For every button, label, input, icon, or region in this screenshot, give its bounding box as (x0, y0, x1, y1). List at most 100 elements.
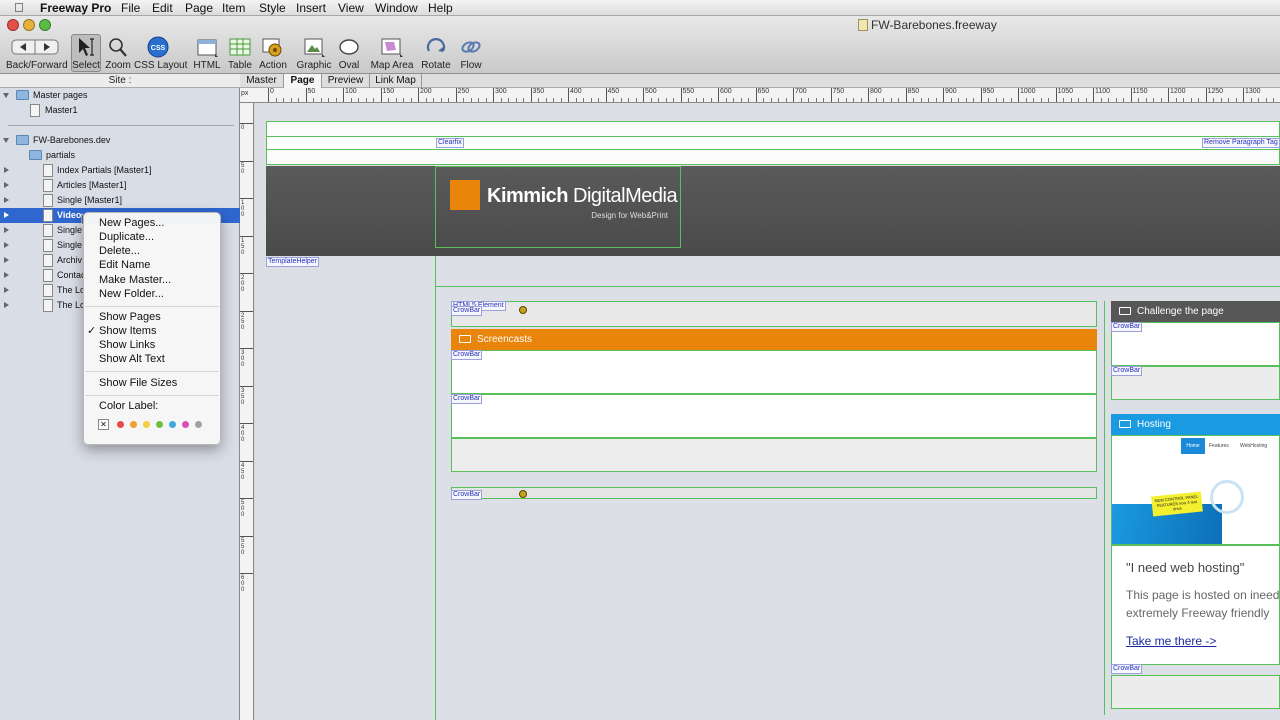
menu-show-file-sizes[interactable]: Show File Sizes (99, 376, 177, 390)
action-bug-icon[interactable] (519, 306, 527, 314)
hosting-screenshot[interactable]: Home Features WebHosting NEW CONTROL PAN… (1111, 435, 1280, 545)
menu-item[interactable]: Item (222, 0, 245, 16)
back-forward-button[interactable]: Back/Forward (6, 36, 68, 71)
crowbar-tag[interactable]: CrowBar (1111, 322, 1143, 332)
tab-master[interactable]: Master (240, 74, 284, 88)
menu-file[interactable]: File (121, 0, 140, 16)
hosting-header[interactable]: Hosting (1111, 414, 1280, 435)
color-swatch-green[interactable] (156, 421, 163, 428)
crowbar-tag[interactable]: CrowBar (1111, 664, 1143, 674)
disclosure-closed-icon[interactable] (4, 197, 9, 203)
menu-show-pages[interactable]: Show Pages (99, 310, 161, 324)
color-swatch-orange[interactable] (130, 421, 137, 428)
take-me-there-link[interactable]: Take me there -> (1126, 634, 1216, 648)
disclosure-closed-icon[interactable] (4, 287, 9, 293)
tree-item[interactable]: Articles [Master1] (0, 178, 240, 193)
menu-new-folder[interactable]: New Folder... (99, 287, 164, 301)
menu-new-pages[interactable]: New Pages... (99, 216, 164, 230)
hosting-text-box[interactable]: "I need web hosting" This page is hosted… (1111, 545, 1280, 665)
menu-separator (85, 371, 219, 372)
color-swatch-yellow[interactable] (143, 421, 150, 428)
disclosure-closed-icon[interactable] (4, 212, 9, 218)
zoom-tool-button[interactable]: Zoom (104, 36, 132, 71)
css-layout-button[interactable]: CSS CSS Layout (134, 36, 187, 71)
crowbar-tag[interactable]: CrowBar (451, 490, 483, 500)
menu-show-links[interactable]: Show Links (99, 338, 155, 352)
disclosure-closed-icon[interactable] (4, 167, 9, 173)
disclosure-closed-icon[interactable] (4, 242, 9, 248)
menu-window[interactable]: Window (375, 0, 418, 16)
header-banner[interactable] (266, 166, 1280, 256)
disclosure-closed-icon[interactable] (4, 302, 9, 308)
table-tool-button[interactable]: Table (226, 36, 254, 71)
map-area-tool-button[interactable]: Map Area (370, 36, 414, 71)
clearfix-box[interactable] (266, 136, 1280, 150)
zoom-window-button[interactable] (39, 19, 51, 31)
screencast-box[interactable] (451, 394, 1097, 438)
crowbar-tag[interactable]: CrowBar (451, 394, 483, 404)
site-panel-header[interactable]: Site : (0, 74, 240, 88)
challenge-header[interactable]: Challenge the page (1111, 301, 1280, 322)
menu-delete[interactable]: Delete... (99, 244, 140, 258)
rotate-tool-button[interactable]: Rotate (421, 36, 451, 71)
crowbar-tag[interactable]: CrowBar (1111, 366, 1143, 376)
action-bug-icon[interactable] (519, 490, 527, 498)
menu-separator (85, 395, 219, 396)
menu-page[interactable]: Page (185, 0, 213, 16)
ruler-minor-tick (890, 98, 892, 102)
screencasts-header[interactable]: Screencasts (451, 329, 1097, 350)
crowbar-tag[interactable]: CrowBar (451, 350, 483, 360)
tree-master-pages[interactable]: Master pages (0, 88, 240, 103)
tree-item[interactable]: Single [Master1] (0, 193, 240, 208)
tab-link-map[interactable]: Link Map (370, 74, 422, 88)
disclosure-open-icon[interactable] (3, 138, 9, 143)
screencast-footer-box[interactable] (451, 438, 1097, 472)
minimize-window-button[interactable] (23, 19, 35, 31)
html-tool-button[interactable]: HTML (192, 36, 222, 71)
template-helper-tag[interactable]: TemplateHelper (266, 257, 320, 267)
crowbar-tag[interactable]: CrowBar (451, 306, 483, 316)
clearfix-tag[interactable]: Clearfix (436, 138, 464, 148)
remove-paragraph-tag[interactable]: Remove Paragraph Tag (1202, 138, 1280, 148)
color-swatch-gray[interactable] (195, 421, 202, 428)
hosting-footer[interactable] (1111, 675, 1280, 709)
disclosure-closed-icon[interactable] (4, 182, 9, 188)
flow-tool-button[interactable]: Flow (456, 36, 486, 71)
menu-show-alt-text[interactable]: Show Alt Text (99, 352, 165, 366)
menu-edit[interactable]: Edit (152, 0, 173, 16)
tree-site-root[interactable]: FW-Barebones.dev (0, 133, 240, 148)
menu-show-items[interactable]: ✓ Show Items (87, 324, 156, 338)
crowbar-box[interactable] (451, 487, 1097, 499)
app-menu[interactable]: Freeway Pro (40, 0, 111, 16)
select-tool-button[interactable]: Select (71, 34, 101, 72)
color-swatch-purple[interactable] (182, 421, 189, 428)
logo-box[interactable]: Kimmich DigitalMedia Design for Web&Prin… (435, 166, 681, 248)
tree-item[interactable]: Index Partials [Master1] (0, 163, 240, 178)
tab-page[interactable]: Page (284, 74, 322, 88)
close-window-button[interactable] (7, 19, 19, 31)
disclosure-open-icon[interactable] (3, 93, 9, 98)
menu-view[interactable]: View (338, 0, 364, 16)
action-tool-button[interactable]: Action (257, 36, 289, 71)
menu-duplicate[interactable]: Duplicate... (99, 230, 154, 244)
tree-master1[interactable]: Master1 (0, 103, 240, 118)
menu-style[interactable]: Style (259, 0, 286, 16)
menu-help[interactable]: Help (428, 0, 453, 16)
oval-tool-button[interactable]: Oval (335, 36, 363, 71)
color-swatch-red[interactable] (117, 421, 124, 428)
disclosure-closed-icon[interactable] (4, 257, 9, 263)
tab-preview[interactable]: Preview (322, 74, 370, 88)
tree-partials[interactable]: partials (0, 148, 240, 163)
menu-edit-name[interactable]: Edit Name (99, 258, 150, 272)
page-canvas[interactable]: Clearfix Remove Paragraph Tag Kimmich Di… (255, 103, 1280, 720)
disclosure-closed-icon[interactable] (4, 227, 9, 233)
apple-icon[interactable]:  (14, 0, 24, 16)
color-swatch-blue[interactable] (169, 421, 176, 428)
graphic-tool-button[interactable]: Graphic (296, 36, 332, 71)
disclosure-closed-icon[interactable] (4, 272, 9, 278)
html5-element-box[interactable] (451, 301, 1097, 327)
menu-insert[interactable]: Insert (296, 0, 326, 16)
menu-make-master[interactable]: Make Master... (99, 273, 171, 287)
no-color-icon[interactable]: ✕ (98, 419, 109, 430)
screencast-box[interactable] (451, 350, 1097, 394)
